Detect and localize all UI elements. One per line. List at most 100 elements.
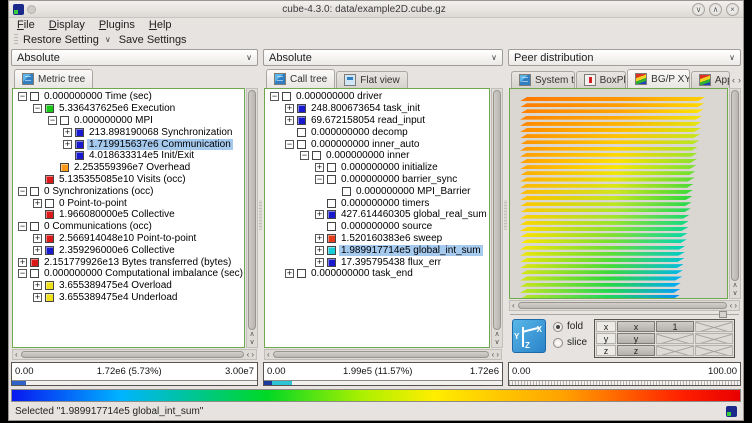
menu-plugins[interactable]: Plugins: [99, 19, 135, 31]
call-hscrollbar[interactable]: ‹‹›: [264, 349, 502, 360]
tree-row[interactable]: −0.000000000 inner: [266, 150, 489, 162]
expand-icon[interactable]: +: [315, 258, 324, 267]
collapse-icon[interactable]: −: [300, 151, 309, 160]
tree-row[interactable]: 0.000000000 decomp: [266, 126, 489, 138]
tree-row[interactable]: +17.395795438 flux_err: [266, 256, 489, 268]
tree-row[interactable]: −0.000000000 driver: [266, 91, 489, 103]
collapse-icon[interactable]: −: [18, 222, 27, 231]
minimize-button[interactable]: ∨: [692, 3, 705, 16]
tab-system-tree[interactable]: System tree: [511, 71, 575, 88]
collapse-icon[interactable]: −: [315, 175, 324, 184]
collapse-icon[interactable]: −: [18, 187, 27, 196]
color-legend[interactable]: [11, 389, 741, 402]
tree-row[interactable]: +213.898190068 Synchronization: [14, 126, 244, 138]
tree-row[interactable]: +1.520160383e6 sweep: [266, 233, 489, 245]
expand-icon[interactable]: +: [18, 258, 27, 267]
expand-icon[interactable]: +: [33, 234, 42, 243]
tree-row[interactable]: 1.966080000e5 Collective: [14, 209, 244, 221]
expand-icon[interactable]: +: [33, 281, 42, 290]
chevron-down-icon[interactable]: ∨: [105, 35, 111, 44]
topology-zoom-slider[interactable]: [510, 311, 739, 318]
collapse-icon[interactable]: −: [33, 104, 42, 113]
tree-row[interactable]: +2.359296000e6 Collective: [14, 244, 244, 256]
restore-setting-button[interactable]: Restore Setting: [23, 34, 99, 46]
metric-mode-combobox[interactable]: Absolute ∨: [11, 49, 258, 66]
tree-row[interactable]: +3.655389475e4 Overload: [14, 280, 244, 292]
menu-help[interactable]: Help: [149, 19, 172, 31]
tree-row[interactable]: 5.135355085e10 Visits (occ): [14, 174, 244, 186]
fold-button-x[interactable]: x: [617, 321, 655, 332]
topology-hscrollbar[interactable]: ‹‹›: [509, 300, 740, 311]
tree-row[interactable]: +2.566914048e10 Point-to-point: [14, 233, 244, 245]
menu-display[interactable]: Display: [49, 19, 85, 31]
collapse-icon[interactable]: −: [18, 92, 27, 101]
fold-button-1[interactable]: 1: [656, 321, 694, 332]
tree-row[interactable]: +248.800673654 task_init: [266, 103, 489, 115]
expand-icon[interactable]: +: [63, 128, 72, 137]
expand-icon[interactable]: +: [33, 293, 42, 302]
tab-call-tree[interactable]: Call tree: [266, 69, 335, 88]
expand-icon[interactable]: +: [315, 163, 324, 172]
tree-row[interactable]: +1.719915637e6 Communication: [14, 138, 244, 150]
close-button[interactable]: ×: [726, 3, 739, 16]
tree-row[interactable]: 0.000000000 source: [266, 221, 489, 233]
tab-scroll-left-icon[interactable]: ‹: [732, 75, 735, 85]
fold-button-y[interactable]: y: [617, 333, 655, 344]
splitter[interactable]: [259, 200, 262, 230]
call-tree-view[interactable]: −0.000000000 driver+248.800673654 task_i…: [264, 88, 490, 348]
expand-icon[interactable]: +: [33, 246, 42, 255]
tree-row[interactable]: 2.253559396e7 Overhead: [14, 162, 244, 174]
collapse-icon[interactable]: −: [18, 269, 27, 278]
save-settings-button[interactable]: Save Settings: [119, 34, 187, 46]
tree-row[interactable]: −0 Synchronizations (occ): [14, 185, 244, 197]
tree-row[interactable]: −0.000000000 barrier_sync: [266, 174, 489, 186]
expand-icon[interactable]: +: [315, 234, 324, 243]
tree-row[interactable]: +427.614460305 global_real_sum: [266, 209, 489, 221]
tab-boxplot[interactable]: BoxPlot: [576, 71, 627, 88]
tree-row[interactable]: −0 Communications (occ): [14, 221, 244, 233]
call-mode-combobox[interactable]: Absolute ∨: [263, 49, 503, 66]
metric-tree-view[interactable]: −0.000000000 Time (sec)−5.336437625e6 Ex…: [12, 88, 245, 348]
tree-row[interactable]: −5.336437625e6 Execution: [14, 103, 244, 115]
tree-row[interactable]: 0.000000000 MPI_Barrier: [266, 185, 489, 197]
tree-row[interactable]: −0.000000000 Computational imbalance (se…: [14, 268, 244, 280]
tab-flat-view[interactable]: Flat view: [336, 71, 407, 88]
tree-row[interactable]: +69.672158054 read_input: [266, 115, 489, 127]
fold-radio[interactable]: fold: [553, 321, 587, 332]
tree-row[interactable]: +2.151779926e13 Bytes transferred (bytes…: [14, 256, 244, 268]
tree-row[interactable]: −0.000000000 Time (sec): [14, 91, 244, 103]
topology-plot[interactable]: [509, 88, 728, 299]
metric-hscrollbar[interactable]: ‹‹›: [12, 349, 257, 360]
expand-icon[interactable]: +: [285, 116, 294, 125]
titlebar[interactable]: cube-4.3.0: data/example2D.cube.gz ∨∧×: [9, 1, 743, 18]
system-mode-combobox[interactable]: Peer distribution ∨: [508, 49, 741, 66]
tab-scroll-right-icon[interactable]: ›: [738, 75, 741, 85]
fold-button-z[interactable]: z: [617, 345, 655, 356]
slice-radio[interactable]: slice: [553, 337, 587, 348]
tree-row[interactable]: −0.000000000 MPI: [14, 115, 244, 127]
expand-icon[interactable]: +: [285, 104, 294, 113]
tab-metric-tree[interactable]: Metric tree: [14, 69, 93, 88]
tree-row[interactable]: 4.018633314e5 Init/Exit: [14, 150, 244, 162]
tree-row[interactable]: +0 Point-to-point: [14, 197, 244, 209]
collapse-icon[interactable]: −: [48, 116, 57, 125]
expand-icon[interactable]: +: [315, 210, 324, 219]
expand-icon[interactable]: +: [33, 199, 42, 208]
expand-icon[interactable]: +: [285, 269, 294, 278]
maximize-button[interactable]: ∧: [709, 3, 722, 16]
collapse-icon[interactable]: −: [285, 140, 294, 149]
menu-file[interactable]: File: [17, 19, 35, 31]
toolbar-drag-handle[interactable]: [14, 34, 18, 46]
tree-row[interactable]: +0.000000000 initialize: [266, 162, 489, 174]
tree-row[interactable]: 0.000000000 timers: [266, 197, 489, 209]
tree-row[interactable]: +3.655389475e4 Underload: [14, 292, 244, 304]
metric-vscrollbar[interactable]: ∧∨: [246, 88, 258, 348]
expand-icon[interactable]: +: [315, 246, 324, 255]
call-vscrollbar[interactable]: ∧∨: [491, 88, 503, 348]
tree-row[interactable]: +1.989917714e5 global_int_sum: [266, 244, 489, 256]
collapse-icon[interactable]: −: [270, 92, 279, 101]
tree-row[interactable]: +0.000000000 task_end: [266, 268, 489, 280]
splitter[interactable]: [504, 200, 507, 230]
tab-app[interactable]: App: [691, 71, 730, 88]
slider-handle[interactable]: [719, 311, 727, 318]
